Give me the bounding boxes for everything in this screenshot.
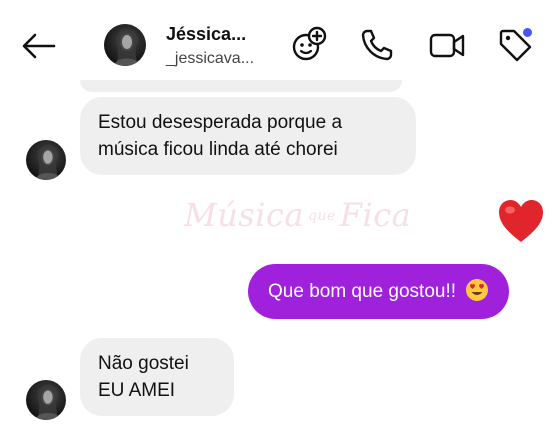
chat-header: Jéssica... _jessicava... xyxy=(0,0,560,88)
watermark-logo: Música que Fica xyxy=(184,196,412,234)
notification-dot xyxy=(523,28,532,37)
video-call-button[interactable] xyxy=(428,26,466,64)
video-camera-icon xyxy=(429,33,465,58)
message-line: EU AMEI xyxy=(98,380,176,401)
back-button[interactable] xyxy=(18,26,58,66)
contact-avatar[interactable] xyxy=(104,24,146,66)
incoming-message-bubble[interactable]: Não gostei EU AMEI xyxy=(80,338,234,416)
avatar-photo xyxy=(35,145,61,180)
add-sticker-icon xyxy=(292,26,327,61)
sender-avatar[interactable] xyxy=(26,380,66,420)
message-thread[interactable]: Música que Fica Estou desesperada porque a… xyxy=(0,80,560,430)
voice-call-button[interactable] xyxy=(358,26,396,64)
arrow-left-icon xyxy=(22,33,56,59)
message-line: Não gostei xyxy=(98,353,189,374)
message-text: Que bom que gostou!! xyxy=(268,281,457,302)
previous-message-bubble xyxy=(80,80,402,92)
outgoing-message-bubble[interactable]: Que bom que gostou!! xyxy=(248,264,510,319)
add-sticker-button[interactable] xyxy=(290,26,328,64)
message-text: Estou desesperada porque a música ficou … xyxy=(98,112,343,160)
avatar-photo xyxy=(114,30,140,66)
sender-avatar[interactable] xyxy=(26,140,66,180)
chat-screen: Jéssica... _jessicava... Música que Fica… xyxy=(0,0,560,430)
contact-handle[interactable]: _jessicava... xyxy=(166,50,254,68)
incoming-message-bubble[interactable]: Estou desesperada porque a música ficou … xyxy=(80,97,416,175)
avatar-photo xyxy=(35,385,61,420)
heart-eyes-emoji xyxy=(466,279,489,301)
heart-emoji[interactable] xyxy=(497,198,545,244)
phone-icon xyxy=(361,29,393,61)
contact-name[interactable]: Jéssica... xyxy=(166,24,246,45)
tag-button[interactable] xyxy=(496,26,534,64)
